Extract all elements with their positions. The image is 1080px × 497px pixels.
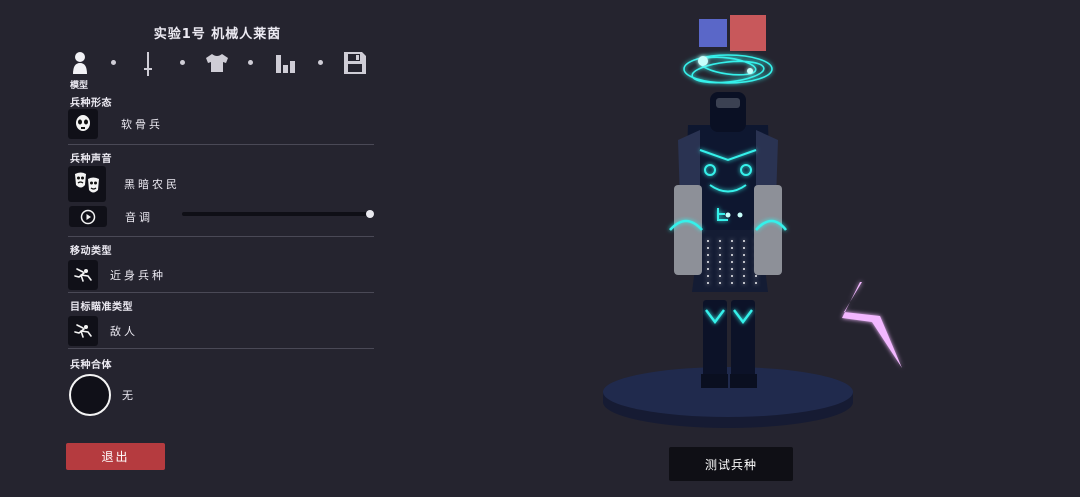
unit-title: 实验1号 机械人莱茵 xyxy=(153,27,282,42)
unit-form-value: 软骨兵 xyxy=(121,118,163,131)
sword-icon xyxy=(144,52,152,76)
unit-merge-value: 无 xyxy=(122,389,136,402)
toolbar-separator xyxy=(318,60,323,65)
unit-form-selector[interactable]: 软骨兵 xyxy=(68,109,374,139)
toolbar-separator xyxy=(111,60,116,65)
bars-icon xyxy=(276,55,295,73)
team-red-cube xyxy=(730,15,766,51)
tab-model-label: 模型 xyxy=(70,81,89,91)
tab-weapons[interactable] xyxy=(140,50,156,78)
movement-type-selector[interactable]: 近身兵种 xyxy=(68,260,374,290)
charge-icon xyxy=(74,268,92,282)
movement-type-tile xyxy=(68,260,98,290)
divider xyxy=(68,236,374,237)
exit-button[interactable]: 退出 xyxy=(66,443,165,470)
pitch-slider-track[interactable] xyxy=(182,212,370,216)
unit-merge-label: 兵种合体 xyxy=(70,360,112,371)
tab-model[interactable] xyxy=(70,50,90,76)
unit-preview-render xyxy=(603,15,902,428)
unit-voice-tile xyxy=(68,166,106,202)
unit-voice-label: 兵种声音 xyxy=(70,154,112,165)
masks-icon xyxy=(75,172,99,193)
targeting-type-value: 敌人 xyxy=(110,325,138,338)
play-voice-button[interactable] xyxy=(69,206,107,227)
team-blue-cube xyxy=(699,19,727,47)
targeting-type-label: 目标瞄准类型 xyxy=(70,302,133,313)
unit-preview[interactable] xyxy=(560,0,1080,445)
divider xyxy=(68,348,374,349)
toolbar-separator xyxy=(248,60,253,65)
movement-type-value: 近身兵种 xyxy=(110,269,166,282)
unit-form-tile xyxy=(68,109,98,139)
movement-type-label: 移动类型 xyxy=(70,246,112,257)
divider xyxy=(68,144,374,145)
divider xyxy=(68,292,374,293)
tab-stats[interactable] xyxy=(274,52,298,74)
person-icon xyxy=(73,52,87,74)
targeting-type-selector[interactable]: 敌人 xyxy=(68,316,374,346)
targeting-type-tile xyxy=(68,316,98,346)
skull-mask-icon xyxy=(76,115,90,131)
merge-slot xyxy=(69,374,111,416)
lightning-effect xyxy=(842,282,902,368)
tab-save[interactable] xyxy=(342,50,368,76)
tab-clothing[interactable] xyxy=(204,52,230,74)
target-icon xyxy=(74,324,92,338)
pitch-label: 音调 xyxy=(125,211,153,224)
unit-voice-selector[interactable]: 黑暗农民 xyxy=(68,166,374,202)
pitch-slider-thumb[interactable] xyxy=(366,210,374,218)
test-unit-button[interactable]: 测试兵种 xyxy=(669,447,793,481)
save-icon xyxy=(344,52,366,74)
unit-voice-value: 黑暗农民 xyxy=(124,178,180,191)
unit-form-label: 兵种形态 xyxy=(70,98,112,109)
shirt-icon xyxy=(206,54,228,72)
toolbar-separator xyxy=(180,60,185,65)
unit-editor-panel: 实验1号 机械人莱茵 模型 兵种形态 软骨兵 兵种声音 黑暗农民 音调 移动类型… xyxy=(0,0,390,497)
play-icon xyxy=(80,209,96,224)
unit-merge-selector[interactable]: 无 xyxy=(69,374,375,416)
